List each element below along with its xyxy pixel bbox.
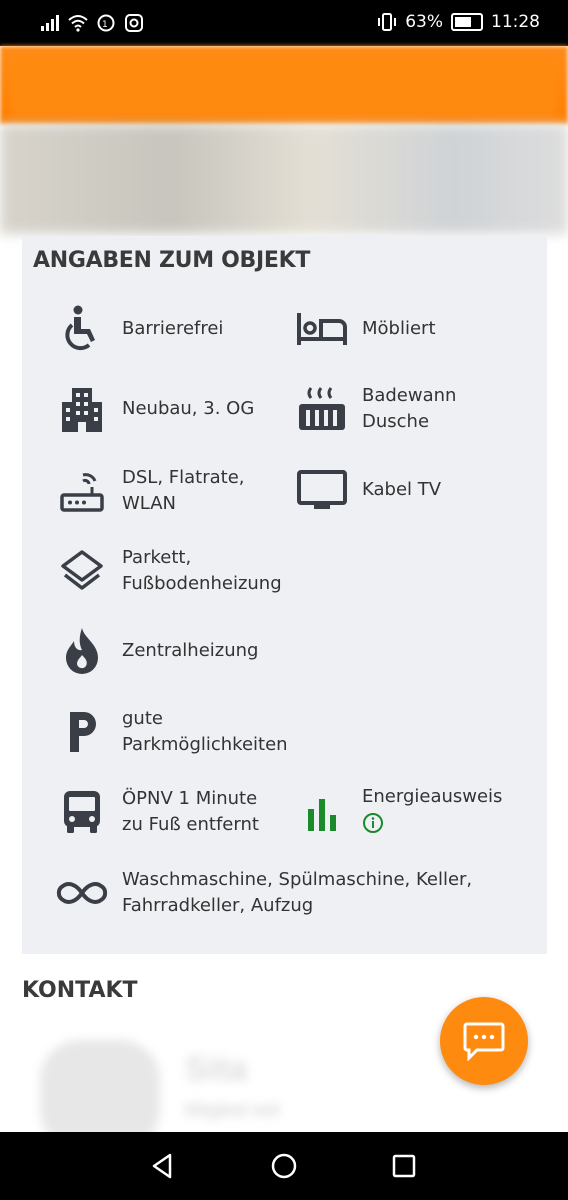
feature-parken: gute Parkmöglichkeiten	[54, 704, 288, 760]
feature-label: Zentralheizung	[122, 640, 259, 661]
wheelchair-icon	[54, 301, 110, 357]
feature-neubau: Neubau, 3. OG	[54, 381, 254, 437]
feature-label-line1: DSL, Flatrate,	[122, 467, 245, 488]
feature-tv: Kabel TV	[294, 462, 441, 518]
section-title: ANGABEN ZUM OBJEKT	[33, 248, 311, 273]
battery-icon	[451, 13, 483, 31]
bed-icon	[294, 301, 350, 357]
contact-card-blurred[interactable]: Sita Mitglied seit	[20, 1030, 380, 1150]
tv-icon	[294, 462, 350, 518]
feature-label-line2: Fahrradkeller, Aufzug	[122, 895, 314, 916]
building-icon	[54, 381, 110, 437]
feature-heizung: Zentralheizung	[54, 623, 258, 679]
feature-label-line2: Dusche	[362, 411, 430, 432]
clock: 11:28	[491, 12, 540, 32]
battery-percent: 63%	[405, 12, 443, 32]
feature-label: Möbliert	[362, 318, 436, 339]
status-bar: 1 63% 11:28	[0, 0, 568, 46]
feature-text: gute Parkmöglichkeiten	[122, 706, 288, 758]
bathtub-icon	[294, 381, 350, 437]
flame-icon	[54, 623, 110, 679]
back-button[interactable]	[146, 1150, 178, 1182]
feature-energieausweis[interactable]: Energieausweis	[294, 784, 502, 842]
feature-label-line1: Parkett,	[122, 547, 192, 568]
feature-boden: Parkett, Fußbodenheizung	[54, 543, 282, 599]
layers-icon	[54, 543, 110, 599]
info-icon[interactable]	[362, 812, 384, 834]
feature-label-line2: Fußbodenheizung	[122, 573, 282, 594]
feature-label: Neubau, 3. OG	[122, 398, 255, 419]
feature-barrierefrei: Barrierefrei	[54, 301, 223, 357]
feature-label-line1: Waschmaschine, Spülmaschine, Keller,	[122, 869, 473, 890]
feature-text: DSL, Flatrate, WLAN	[122, 465, 244, 517]
feature-bad: Badewann Dusche	[294, 381, 456, 437]
chat-fab-button[interactable]	[440, 997, 528, 1085]
feature-label: Kabel TV	[362, 479, 442, 500]
home-button[interactable]	[268, 1150, 300, 1182]
home-circle-icon	[271, 1153, 297, 1179]
back-triangle-icon	[152, 1153, 172, 1179]
feature-label-line2: zu Fuß entfernt	[122, 814, 259, 835]
feature-label-line1: gute	[122, 708, 163, 729]
signal-icon	[41, 15, 59, 31]
infinity-icon	[54, 865, 110, 921]
feature-label-line2: WLAN	[122, 493, 177, 514]
feature-label-line1: ÖPNV 1 Minute	[122, 788, 258, 809]
energy-link[interactable]: Energieausweis	[362, 784, 502, 842]
router-icon	[54, 463, 110, 519]
feature-label-line2: Parkmöglichkeiten	[122, 734, 288, 755]
hero-image-blurred	[0, 124, 568, 234]
feature-text: Parkett, Fußbodenheizung	[122, 545, 282, 597]
contact-subtitle: Mitglied seit	[185, 1100, 281, 1120]
feature-oepnv: ÖPNV 1 Minute zu Fuß entfernt	[54, 784, 259, 840]
chat-icon	[463, 1022, 505, 1061]
object-details-panel: ANGABEN ZUM OBJEKT Barrierefrei Möbliert…	[22, 236, 547, 954]
instagram-icon	[125, 14, 143, 32]
contact-name: Sita	[185, 1050, 248, 1088]
svg-text:1: 1	[102, 20, 108, 30]
data-saver-icon: 1	[97, 14, 115, 32]
feature-extras: Waschmaschine, Spülmaschine, Keller, Fah…	[54, 865, 472, 921]
energy-bars-icon	[294, 785, 350, 841]
feature-label-line1: Badewann	[362, 385, 457, 406]
parking-icon	[54, 704, 110, 760]
recents-button[interactable]	[388, 1150, 420, 1182]
energy-label[interactable]: Energieausweis	[362, 784, 502, 810]
feature-text: Badewann Dusche	[362, 383, 456, 435]
feature-text: ÖPNV 1 Minute zu Fuß entfernt	[122, 786, 259, 838]
app-toolbar-blurred[interactable]	[10, 56, 558, 116]
recents-square-icon	[392, 1154, 416, 1178]
feature-label: Barrierefrei	[122, 318, 224, 339]
feature-text: Waschmaschine, Spülmaschine, Keller, Fah…	[122, 867, 472, 919]
feature-moebliert: Möbliert	[294, 301, 436, 357]
vibrate-icon	[378, 13, 397, 31]
feature-internet: DSL, Flatrate, WLAN	[54, 463, 244, 519]
bus-icon	[54, 784, 110, 840]
contact-title: KONTAKT	[22, 978, 138, 1003]
navigation-bar	[0, 1132, 568, 1200]
wifi-icon	[68, 15, 88, 32]
